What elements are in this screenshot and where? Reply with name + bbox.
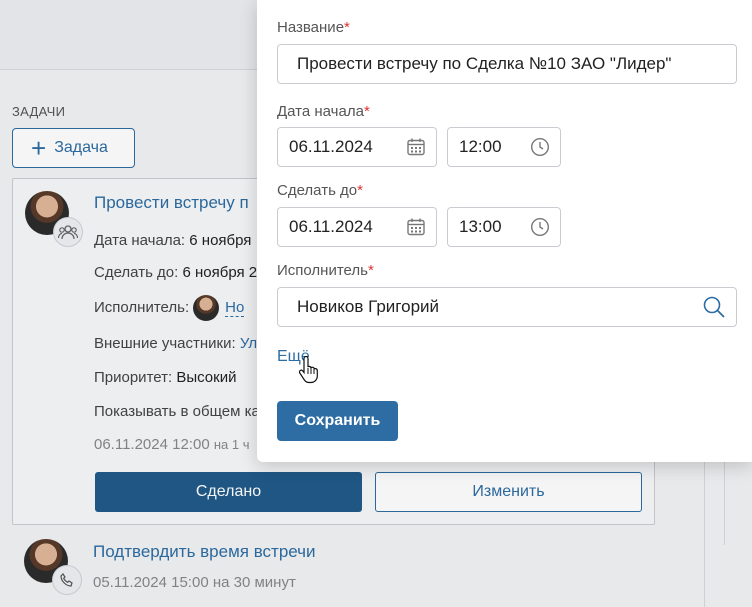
assignee-link[interactable]: Но [225,298,245,317]
start-time-value: 12:00 [459,137,502,156]
due-date-value: 06.11.2024 [289,217,373,236]
task-edit-popup: Название* Провести встречу по Сделка №10… [257,0,752,462]
start-date-value: 06.11.2024 [289,137,373,156]
external-label: Внешние участники: [94,335,236,352]
search-icon[interactable] [702,295,726,319]
start-label: Дата начала: [94,232,186,249]
done-button[interactable]: Сделано [95,472,362,512]
hand-cursor-icon [298,356,318,384]
name-input-value: Провести встречу по Сделка №10 ЗАО "Лиде… [297,54,672,73]
start-label-text: Дата начала [277,103,364,120]
add-task-label: Задача [54,139,108,156]
due-date-input[interactable]: 06.11.2024 [277,207,437,247]
add-task-button[interactable]: + Задача [12,128,135,168]
schedule-value: 06.11.2024 12:00 [94,436,210,453]
assignee-input[interactable]: Новиков Григорий [277,287,737,327]
name-label: Название* [277,19,350,36]
task-schedule-row: 06.11.2024 12:00 на 1 ч [94,436,249,453]
task-assignee-row: Исполнитель: Но [94,295,245,321]
edit-button[interactable]: Изменить [375,472,642,512]
clock-icon[interactable] [530,217,550,237]
due-value: 6 ноября 2 [182,264,258,281]
task-title-link[interactable]: Провести встречу п [94,193,249,213]
required-mark: * [357,182,363,199]
calendar-icon[interactable] [406,217,426,237]
priority-label: Приоритет: [94,369,173,386]
required-mark: * [367,262,374,279]
next-task-duration: на 30 минут [212,574,296,591]
schedule-duration: на 1 ч [213,437,250,452]
group-icon [53,217,83,247]
name-label-text: Название [277,19,345,36]
tasks-section-title: ЗАДАЧИ [12,104,66,119]
calendar-icon[interactable] [406,137,426,157]
required-mark: * [344,19,350,36]
assignee-avatar [193,295,220,321]
name-input[interactable]: Провести встречу по Сделка №10 ЗАО "Лиде… [277,44,737,84]
phone-icon [52,565,82,595]
assignee-input-value: Новиков Григорий [297,297,440,316]
due-date-label: Сделать до* [277,182,363,199]
assignee-label: Исполнитель* [277,262,374,279]
plus-icon: + [31,133,47,163]
task-external-row: Внешние участники: Ул [94,335,257,352]
start-time-input[interactable]: 12:00 [447,127,561,167]
start-value: 6 ноября [189,232,252,249]
task-start-row: Дата начала: 6 ноября [94,232,251,249]
save-button[interactable]: Сохранить [277,401,398,441]
next-task-schedule: 05.11.2024 15:00 на 30 минут [93,574,296,591]
due-time-input[interactable]: 13:00 [447,207,561,247]
task-calendar-row: Показывать в общем ка [94,403,260,420]
external-link[interactable]: Ул [240,335,257,352]
assignee-label: Исполнитель: [94,298,190,316]
assignee-label-text: Исполнитель [277,262,368,279]
due-label-text: Сделать до [277,182,358,199]
required-mark: * [363,103,370,120]
divider [724,460,725,545]
start-date-label: Дата начала* [277,103,370,120]
due-label: Сделать до: [94,264,179,281]
priority-value: Высокий [176,369,237,386]
next-task-title[interactable]: Подтвердить время встречи [93,542,316,562]
due-time-value: 13:00 [459,217,502,236]
task-due-row: Сделать до: 6 ноября 2 [94,264,257,281]
clock-icon[interactable] [530,137,550,157]
next-task-time: 05.11.2024 15:00 [93,574,209,591]
task-priority-row: Приоритет: Высокий [94,369,236,386]
start-date-input[interactable]: 06.11.2024 [277,127,437,167]
